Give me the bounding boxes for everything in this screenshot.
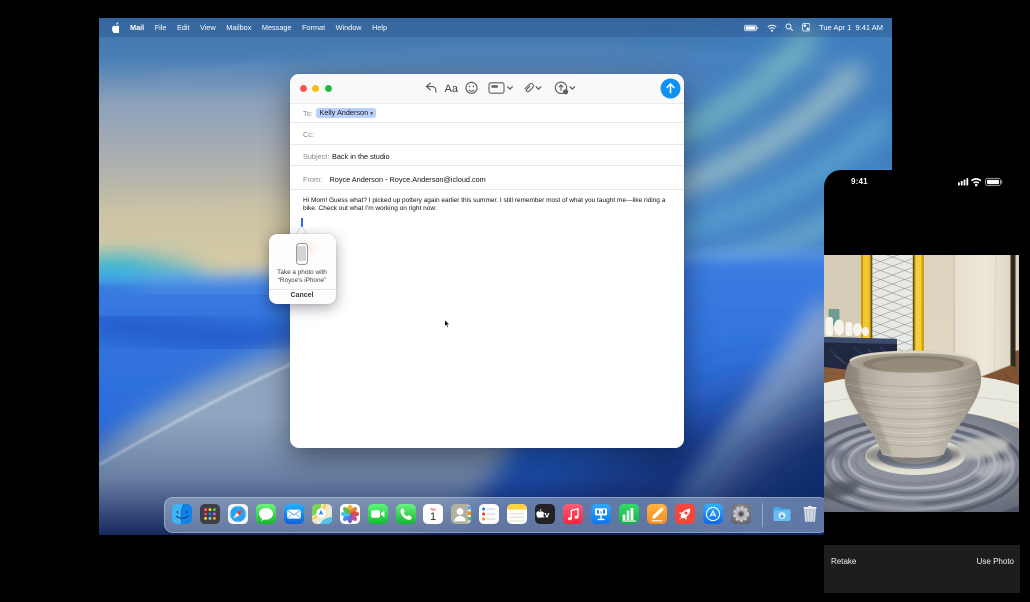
svg-text:1: 1 — [430, 511, 436, 523]
svg-text:Aa: Aa — [445, 83, 459, 95]
svg-text:tv: tv — [542, 510, 550, 520]
